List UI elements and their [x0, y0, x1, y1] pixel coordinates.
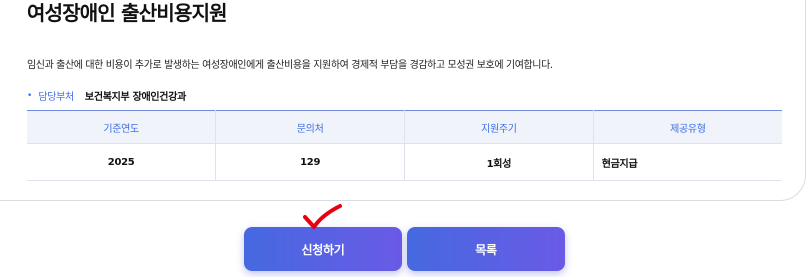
- table-row: 2025 129 1회성 현금지급: [27, 143, 782, 181]
- cell-support-cycle: 1회성: [404, 143, 594, 181]
- cell-base-year: 2025: [27, 143, 217, 181]
- table-header-row: 기준연도 문의처 지원주기 제공유형: [27, 110, 782, 144]
- page-title: 여성장애인 출산비용지원: [27, 1, 228, 25]
- program-description: 임신과 출산에 대한 비용이 추가로 발생하는 여성장애인에게 출산비용을 지원…: [27, 60, 553, 71]
- department-label: 담당부처: [38, 92, 74, 103]
- program-info-table: 기준연도 문의처 지원주기 제공유형 2025 129 1회성 현금지급: [27, 110, 782, 181]
- header-base-year: 기준연도: [27, 110, 217, 144]
- header-contact: 문의처: [215, 110, 405, 144]
- cell-contact: 129: [215, 143, 405, 181]
- red-checkmark-icon: [303, 204, 342, 229]
- bullet-dot-icon: •: [27, 90, 33, 101]
- cell-provision-type: 현금지급: [593, 143, 782, 181]
- header-provision-type: 제공유형: [593, 110, 782, 144]
- header-support-cycle: 지원주기: [404, 110, 594, 144]
- list-button[interactable]: 목록: [407, 227, 565, 271]
- department-row: • 담당부처 보건복지부 장애인건강과: [27, 88, 187, 104]
- department-value: 보건복지부 장애인건강과: [84, 92, 187, 103]
